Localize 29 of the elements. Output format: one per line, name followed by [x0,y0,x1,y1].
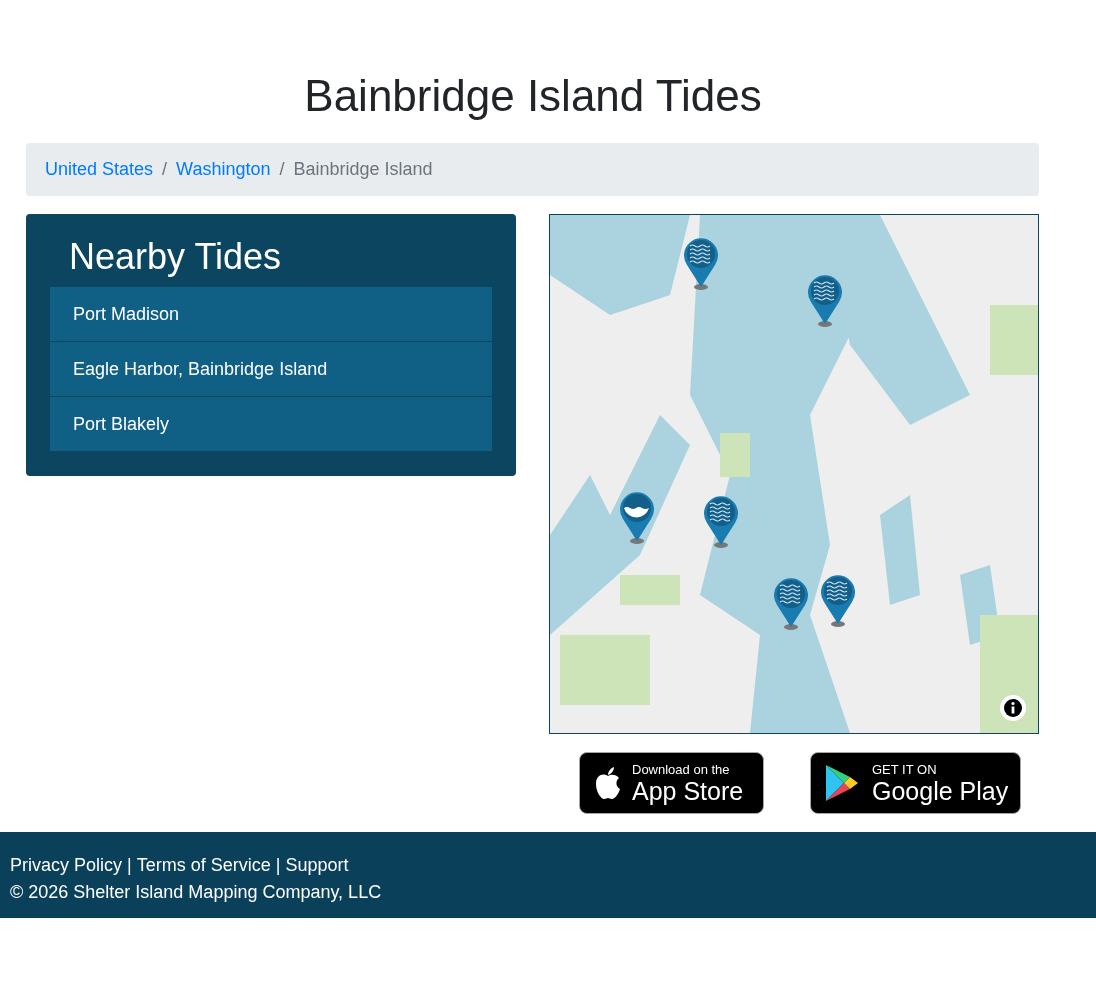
tide-station-item[interactable]: Port Madison [50,287,492,342]
link-separator: | [275,854,281,877]
card-heading: Nearby Tides [68,235,283,279]
app-store-badge[interactable]: Download on the App Store [579,752,764,814]
map-pin-icon[interactable] [703,495,739,549]
footer-link[interactable]: Privacy Policy [10,852,123,879]
badge-caption: GET IT ON [872,762,938,776]
link-separator: | [127,854,132,877]
badge-store-name: Google Play [872,778,1009,804]
play-triangle-icon [824,763,860,803]
map-pin-icon[interactable] [773,577,809,631]
footer-link[interactable]: Support [285,852,349,879]
google-play-badge[interactable]: GET IT ON Google Play [810,752,1021,814]
copyright-text: © 2026 Shelter Island Mapping Company, LLC [10,881,383,904]
breadcrumb-separator: / [278,158,286,181]
footer-link[interactable]: Terms of Service [136,852,271,879]
apple-icon [594,766,622,800]
map-pin-icon[interactable] [807,274,843,328]
badge-store-name: App Store [632,778,744,804]
page-title: Bainbridge Island Tides [303,70,763,122]
map-pin-icon[interactable] [683,237,719,291]
tide-station-item[interactable]: Port Blakely [50,397,492,452]
breadcrumb-current: Bainbridge Island [293,158,433,181]
badge-caption: Download on the [632,762,731,776]
map-pin-icon[interactable] [619,491,655,545]
info-icon [1004,699,1022,717]
tide-station-item[interactable]: Eagle Harbor, Bainbridge Island [50,342,492,397]
breadcrumb-separator: / [161,158,169,181]
map-pin-icon[interactable] [820,574,856,628]
